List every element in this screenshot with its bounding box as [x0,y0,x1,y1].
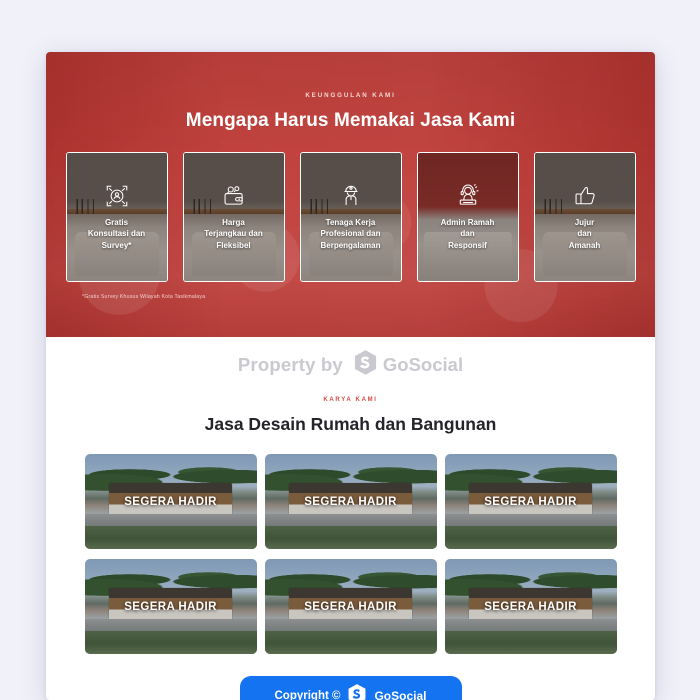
work-photo-road [264,618,437,632]
work-photo-grass [84,631,257,654]
work-card[interactable]: SEGERA HADIR [444,454,617,549]
watermark-band: Property by GoSocial [46,337,655,393]
wallet-money-icon [221,183,247,209]
advantage-card-label: Gratis Konsultasi dan Survey* [87,217,146,250]
work-photo-grass [84,526,257,549]
watermark-brand: GoSocial [382,354,464,375]
gosocial-hexagon-s-logo [353,349,378,381]
survey-person-scan-icon [104,183,130,209]
thumbs-up-icon [572,183,598,209]
work-card-label: SEGERA HADIR [304,495,397,508]
work-photo-road [444,618,617,632]
works-grid: SEGERA HADIR SEGERA HADIR SEGERA HADIR S… [46,454,655,654]
work-card-label: SEGERA HADIR [484,495,577,508]
advantage-card-jujur-amanah[interactable]: Jujur dan Amanah [533,152,636,282]
work-photo-road [84,513,257,527]
advantage-card-gratis-konsultasi[interactable]: Gratis Konsultasi dan Survey* [65,152,168,282]
screenshot-root: KEUNGGULAN KAMI Mengapa Harus Memakai Ja… [0,0,700,700]
advantage-card-admin-ramah[interactable]: Admin Ramah dan Responsif [416,152,519,282]
construction-worker-icon [338,183,364,209]
advantage-card-harga-terjangkau[interactable]: Harga Terjangkau dan Fleksibel [182,152,285,282]
work-card[interactable]: SEGERA HADIR [84,454,257,549]
advantages-title: Mengapa Harus Memakai Jasa Kami [185,110,516,131]
advantage-card-label: Admin Ramah dan Responsif [440,217,495,250]
advantages-eyebrow: KEUNGGULAN KAMI [305,92,396,99]
work-photo-road [264,513,437,527]
work-card[interactable]: SEGERA HADIR [264,454,437,549]
copyright-text: Copyright © [274,690,341,700]
work-card-label: SEGERA HADIR [124,495,217,508]
works-section: KARYA KAMI Jasa Desain Rumah dan Banguna… [46,393,655,700]
advantages-section: KEUNGGULAN KAMI Mengapa Harus Memakai Ja… [46,52,655,337]
footer-brand: GoSocial [374,689,427,700]
work-card[interactable]: SEGERA HADIR [264,559,437,654]
work-card-label: SEGERA HADIR [484,600,577,613]
work-photo-grass [264,631,437,654]
advantage-card-tenaga-kerja[interactable]: Tenaga Kerja Profesional dan Berpengalaman [299,152,402,282]
watermark-logo-group: GoSocial [353,349,463,381]
work-card-label: SEGERA HADIR [124,600,217,613]
work-photo-grass [444,526,617,549]
copyright-badge[interactable]: Copyright © GoSocial [239,676,462,700]
advantages-footnote: *Gratis Survey Khusus Wilayah Kota Tasik… [82,294,206,300]
work-card[interactable]: SEGERA HADIR [444,559,617,654]
work-photo-road [84,618,257,632]
work-photo-grass [444,631,617,654]
advantage-card-label: Harga Terjangkau dan Fleksibel [204,217,263,250]
advantage-card-label: Tenaga Kerja Profesional dan Berpengalaman [320,217,381,250]
works-title: Jasa Desain Rumah dan Bangunan [204,414,497,434]
headset-support-agent-icon [455,183,481,209]
gosocial-hexagon-s-logo [347,683,367,700]
work-card[interactable]: SEGERA HADIR [84,559,257,654]
works-eyebrow: KARYA KAMI [323,397,378,403]
watermark-prefix: Property by [237,354,343,375]
advantage-card-label: Jujur dan Amanah [568,217,601,250]
footer-area: Copyright © GoSocial [46,668,655,700]
advantages-card-row: Gratis Konsultasi dan Survey* Harga Terj… [46,152,655,282]
work-photo-grass [264,526,437,549]
website-preview-card: KEUNGGULAN KAMI Mengapa Harus Memakai Ja… [46,52,655,700]
work-card-label: SEGERA HADIR [304,600,397,613]
work-photo-road [444,513,617,527]
